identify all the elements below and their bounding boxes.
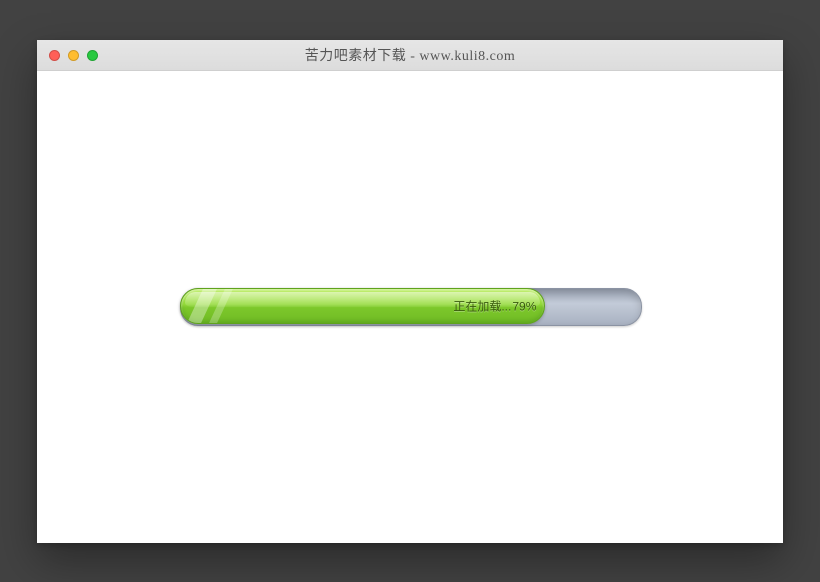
window-titlebar: 苦力吧素材下载 - www.kuli8.com — [37, 40, 783, 71]
progress-label: 正在加载... 79 % — [453, 298, 536, 315]
progress-percent: 79 — [512, 300, 525, 314]
close-icon[interactable] — [49, 50, 60, 61]
maximize-icon[interactable] — [87, 50, 98, 61]
minimize-icon[interactable] — [68, 50, 79, 61]
progress-bar: 正在加载... 79 % — [180, 288, 640, 324]
percent-suffix: % — [526, 300, 537, 314]
window-content: 正在加载... 79 % — [37, 71, 783, 543]
loading-text: 正在加载... — [453, 298, 511, 315]
window-title: 苦力吧素材下载 - www.kuli8.com — [37, 45, 783, 65]
app-window: 苦力吧素材下载 - www.kuli8.com 正在加载... 79 % — [37, 40, 783, 543]
window-controls — [49, 50, 98, 61]
progress-fill: 正在加载... 79 % — [180, 288, 545, 324]
